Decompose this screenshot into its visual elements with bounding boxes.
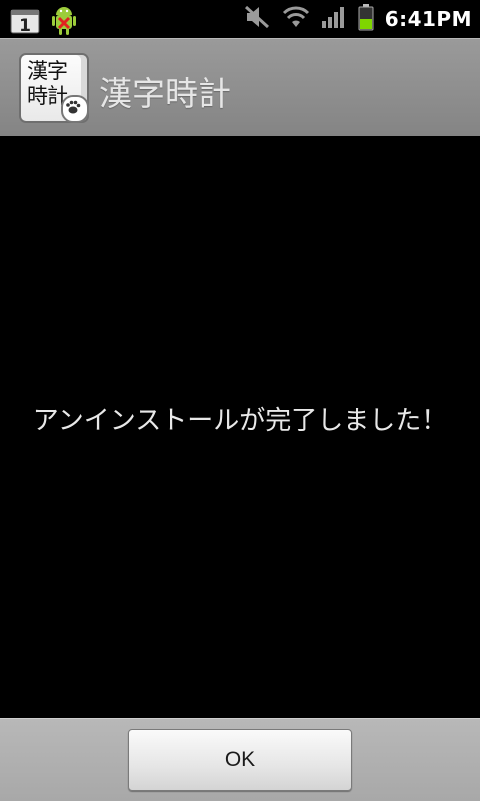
battery-icon	[357, 3, 375, 35]
android-error-icon	[48, 4, 80, 40]
title-bar: 漢字 時計 漢字時計	[0, 38, 480, 137]
paw-icon	[61, 95, 89, 123]
button-bar: OK	[0, 718, 480, 801]
app-icon-line-1: 漢字	[27, 59, 68, 83]
main-content: アンインストールが完了しました！	[0, 136, 480, 718]
app-title: 漢字時計	[99, 74, 231, 113]
status-bar-notifications: 1	[10, 4, 80, 40]
app-icon: 漢字 時計	[19, 53, 89, 123]
notification-count: 1	[19, 16, 31, 34]
mute-icon	[243, 4, 271, 34]
status-bar: 1 6:41PM	[0, 0, 480, 38]
status-time: 6:41PM	[384, 7, 472, 31]
calendar-icon: 1	[10, 6, 40, 38]
wifi-icon	[281, 4, 311, 34]
status-bar-system: 6:41PM	[243, 0, 472, 38]
uninstall-complete-message: アンインストールが完了しました！	[32, 406, 448, 436]
ok-button[interactable]: OK	[128, 729, 352, 791]
signal-icon	[321, 4, 347, 34]
